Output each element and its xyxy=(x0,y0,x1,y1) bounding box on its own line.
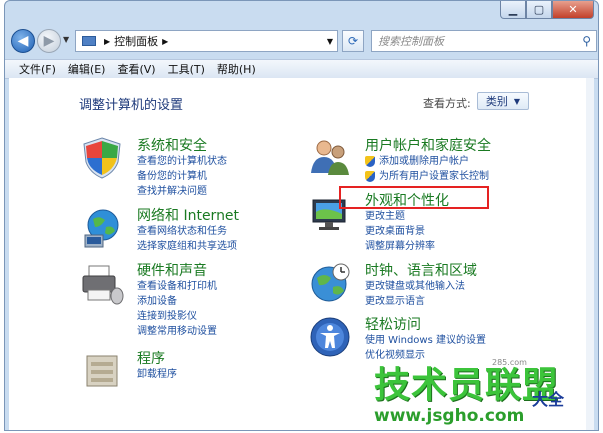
view-by-value: 类别 xyxy=(485,95,508,108)
category-title[interactable]: 网络和 Internet xyxy=(137,205,239,225)
back-arrow-icon: ◀ xyxy=(17,33,29,49)
chevron-down-icon: ▼ xyxy=(513,96,521,106)
close-button[interactable]: ✕ xyxy=(552,1,594,19)
link-screen-resolution[interactable]: 调整屏幕分辨率 xyxy=(365,239,435,254)
maximize-icon: ▢ xyxy=(533,3,545,16)
close-icon: ✕ xyxy=(568,3,578,16)
menu-tools[interactable]: 工具(T) xyxy=(168,61,205,77)
link-add-device[interactable]: 添加设备 xyxy=(137,294,217,309)
link-troubleshoot[interactable]: 查找并解决问题 xyxy=(137,184,227,199)
address-bar-row: ◀ ▶ ▼ ▶ 控制面板 ▶ ▼ ⟳ 搜索控制面板 ⚲ xyxy=(11,27,597,55)
menu-edit[interactable]: 编辑(E) xyxy=(68,61,106,77)
ease-of-access-icon xyxy=(310,317,350,357)
network-globe-icon xyxy=(84,209,119,248)
history-dropdown-icon[interactable]: ▼ xyxy=(63,35,69,44)
category-title[interactable]: 程序 xyxy=(137,348,165,368)
printer-icon xyxy=(82,265,124,305)
link-uninstall-program[interactable]: 卸载程序 xyxy=(137,367,177,382)
refresh-button[interactable]: ⟳ xyxy=(342,30,364,52)
watermark-side-text: 大全 xyxy=(532,390,565,409)
clock-globe-icon xyxy=(311,263,350,302)
category-title[interactable]: 轻松访问 xyxy=(365,314,421,334)
category-title[interactable]: 时钟、语言和区域 xyxy=(365,260,477,280)
link-devices-printers[interactable]: 查看设备和打印机 xyxy=(137,279,217,294)
link-windows-recommended-settings[interactable]: 使用 Windows 建议的设置 xyxy=(365,333,486,348)
view-by-label: 查看方式: xyxy=(423,97,471,110)
menu-help[interactable]: 帮助(H) xyxy=(217,61,256,77)
refresh-icon: ⟳ xyxy=(347,34,359,48)
menu-file[interactable]: 文件(F) xyxy=(19,61,56,77)
page-title: 调整计算机的设置 xyxy=(79,98,184,113)
forward-button[interactable]: ▶ xyxy=(37,29,61,53)
link-parental-controls[interactable]: 为所有用户设置家长控制 xyxy=(365,169,489,184)
category-title[interactable]: 系统和安全 xyxy=(137,135,207,155)
link-add-remove-accounts[interactable]: 添加或删除用户帐户 xyxy=(365,154,489,169)
link-connect-projector[interactable]: 连接到投影仪 xyxy=(137,309,217,324)
category-title[interactable]: 硬件和声音 xyxy=(137,260,207,280)
link-mobility-settings[interactable]: 调整常用移动设置 xyxy=(137,324,217,339)
address-field[interactable]: ▶ 控制面板 ▶ ▼ xyxy=(75,30,338,52)
menu-view[interactable]: 查看(V) xyxy=(117,61,155,77)
search-icon[interactable]: ⚲ xyxy=(582,34,591,48)
forward-arrow-icon: ▶ xyxy=(43,33,55,49)
minimize-button[interactable]: ▁ xyxy=(500,1,526,19)
link-change-keyboard[interactable]: 更改键盘或其他输入法 xyxy=(365,279,465,294)
search-placeholder: 搜索控制面板 xyxy=(378,35,444,48)
window-caption-buttons: ▁ ▢ ✕ xyxy=(500,1,594,21)
link-change-display-language[interactable]: 更改显示语言 xyxy=(365,294,465,309)
programs-icon xyxy=(86,355,118,387)
link-network-status[interactable]: 查看网络状态和任务 xyxy=(137,224,237,239)
link-backup-computer[interactable]: 备份您的计算机 xyxy=(137,169,227,184)
breadcrumb-chevron-icon[interactable]: ▶ xyxy=(104,37,110,46)
breadcrumb-control-panel[interactable]: 控制面板 xyxy=(114,33,158,49)
back-button[interactable]: ◀ xyxy=(11,29,35,53)
menu-bar: 文件(F) 编辑(E) 查看(V) 工具(T) 帮助(H) xyxy=(5,59,598,79)
link-homegroup-sharing[interactable]: 选择家庭组和共享选项 xyxy=(137,239,237,254)
link-view-computer-status[interactable]: 查看您的计算机状态 xyxy=(137,154,227,169)
watermark-logo: 技术员联盟 285.com 大全 www.jsgho.com xyxy=(374,356,594,430)
control-panel-folder-icon xyxy=(82,36,96,46)
shield-icon xyxy=(83,137,121,179)
minimize-icon: ▁ xyxy=(508,3,518,16)
view-by-dropdown[interactable]: 类别 ▼ xyxy=(477,92,529,110)
link-change-theme[interactable]: 更改主题 xyxy=(365,209,435,224)
maximize-button[interactable]: ▢ xyxy=(526,1,552,19)
category-title[interactable]: 用户帐户和家庭安全 xyxy=(365,135,491,155)
address-dropdown-icon[interactable]: ▼ xyxy=(327,37,333,46)
watermark-small-text: 285.com xyxy=(492,358,527,367)
watermark-url: www.jsgho.com xyxy=(374,406,525,426)
search-input[interactable]: 搜索控制面板 ⚲ xyxy=(371,30,597,52)
link-change-desktop-background[interactable]: 更改桌面背景 xyxy=(365,224,435,239)
users-icon xyxy=(311,140,349,175)
breadcrumb-chevron-icon[interactable]: ▶ xyxy=(162,37,168,46)
highlight-box xyxy=(339,186,489,209)
